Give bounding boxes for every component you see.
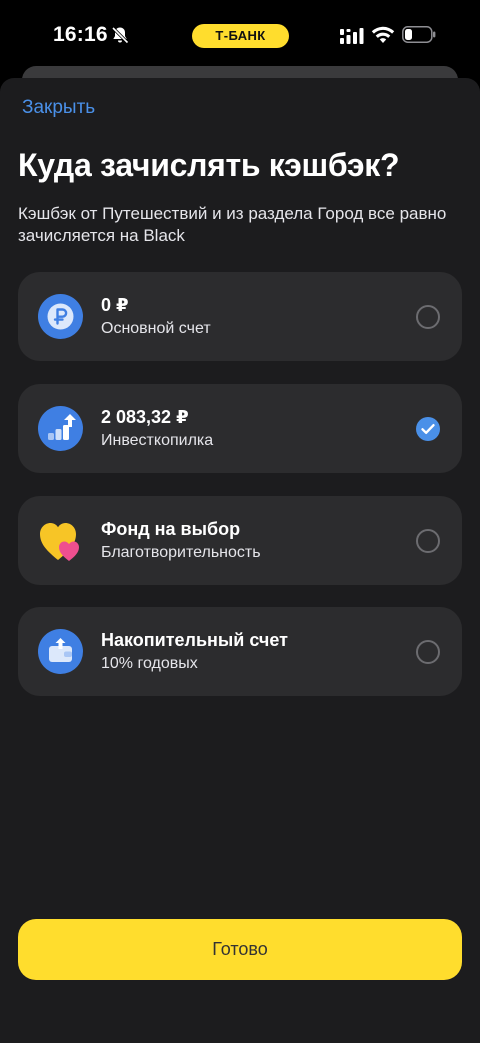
wifi-icon xyxy=(371,26,395,43)
radio-button[interactable] xyxy=(416,640,440,664)
ruble-coin-icon xyxy=(38,294,83,339)
option-amount: 2 083,32 ₽ xyxy=(101,407,189,427)
radio-button-checked[interactable] xyxy=(416,417,440,441)
option-label: 10% годовых xyxy=(101,655,198,672)
savings-wallet-icon xyxy=(38,629,83,674)
status-time: 16:16 xyxy=(53,23,108,46)
invest-growth-icon xyxy=(38,406,83,451)
bell-muted-icon xyxy=(111,26,129,44)
option-amount: 0 ₽ xyxy=(101,295,129,315)
option-label: Инвесткопилка xyxy=(101,432,214,449)
option-title: Накопительный счет xyxy=(101,630,288,650)
option-charity-fund[interactable]: Фонд на выбор Благотворительность xyxy=(18,496,462,585)
status-bar: 16:16 Т-БАНК xyxy=(0,0,480,70)
brand-pill[interactable]: Т-БАНК xyxy=(192,24,289,48)
checkmark-icon xyxy=(421,424,435,434)
radio-button[interactable] xyxy=(416,529,440,553)
option-main-account[interactable]: 0 ₽ Основной счет xyxy=(18,272,462,361)
close-button[interactable]: Закрыть xyxy=(22,97,95,119)
page-title: Куда зачислять кэшбэк? xyxy=(18,147,400,183)
option-label: Благотворительность xyxy=(101,544,261,561)
cellular-signal-icon xyxy=(340,28,364,44)
option-invest-piggybank[interactable]: 2 083,32 ₽ Инвесткопилка xyxy=(18,384,462,473)
page-subtitle: Кэшбэк от Путешествий и из раздела Город… xyxy=(18,204,447,245)
done-button[interactable]: Готово xyxy=(18,919,462,980)
option-savings-account[interactable]: Накопительный счет 10% годовых xyxy=(18,607,462,696)
option-title: Фонд на выбор xyxy=(101,519,241,539)
option-label: Основной счет xyxy=(101,320,211,337)
hearts-icon xyxy=(40,523,79,561)
battery-icon xyxy=(402,26,436,43)
radio-button[interactable] xyxy=(416,305,440,329)
